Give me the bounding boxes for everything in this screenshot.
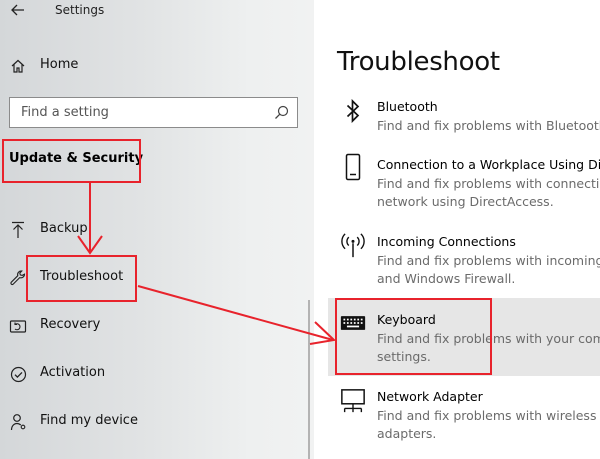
section-heading: Update & Security (9, 151, 144, 166)
sidebar-item-label: Recovery (40, 317, 101, 332)
troubleshooter-title: Network Adapter (377, 389, 483, 404)
sidebar-item-label: Find my device (40, 413, 138, 428)
troubleshooter-workplace-connection[interactable]: Connection to a Workplace Using Di Find … (328, 153, 600, 216)
title-bar: Settings (0, 0, 314, 22)
bluetooth-icon (340, 98, 366, 124)
recovery-icon (9, 317, 27, 335)
antenna-icon (340, 233, 366, 259)
troubleshooter-network-adapter[interactable]: Network Adapter Find and fix problems wi… (328, 386, 600, 446)
troubleshooter-description: Find and fix problems with Bluetooth (377, 118, 600, 133)
troubleshooter-title: Connection to a Workplace Using Di (377, 157, 600, 172)
network-adapter-icon (340, 388, 366, 414)
wrench-icon (9, 269, 27, 287)
troubleshooter-description: Find and fix problems with your com sett… (377, 331, 600, 364)
main-content: Troubleshoot Bluetooth Find and fix prob… (314, 0, 600, 459)
troubleshooter-incoming-connections[interactable]: Incoming Connections Find and fix proble… (328, 231, 600, 293)
sidebar-item-home[interactable]: Home (0, 48, 300, 84)
troubleshooter-description: Find and fix problems with incoming and … (377, 253, 600, 286)
sidebar-item-label: Backup (40, 221, 88, 236)
page-title: Troubleshoot (337, 47, 500, 77)
troubleshooter-bluetooth[interactable]: Bluetooth Find and fix problems with Blu… (328, 96, 600, 144)
sidebar-item-recovery[interactable]: Recovery (0, 308, 300, 344)
person-location-icon (9, 413, 27, 431)
sidebar-item-find-my-device[interactable]: Find my device (0, 404, 300, 440)
sidebar: Settings Home Update & Security Backup T… (0, 0, 314, 459)
sidebar-item-label: Activation (40, 365, 106, 380)
troubleshooter-description: Find and fix problems with connectin net… (377, 176, 600, 209)
search-box[interactable] (9, 97, 298, 128)
sidebar-item-label: Home (40, 57, 79, 72)
search-input[interactable] (10, 98, 265, 127)
window-title: Settings (55, 3, 105, 17)
keyboard-icon (340, 310, 366, 336)
troubleshooter-title: Bluetooth (377, 99, 438, 114)
sidebar-item-troubleshoot[interactable]: Troubleshoot (0, 260, 300, 296)
troubleshooter-description: Find and fix problems with wireless a ad… (377, 408, 597, 441)
search-icon[interactable] (274, 105, 289, 120)
sidebar-item-activation[interactable]: Activation (0, 356, 300, 392)
back-arrow-icon (11, 4, 24, 16)
home-icon (9, 57, 27, 75)
scrollbar[interactable] (308, 300, 310, 459)
sidebar-item-backup[interactable]: Backup (0, 212, 300, 248)
check-circle-icon (9, 365, 27, 383)
sidebar-item-label: Troubleshoot (40, 269, 124, 284)
troubleshooter-title: Incoming Connections (377, 234, 516, 249)
back-button[interactable] (9, 0, 27, 20)
upload-arrow-icon (9, 221, 27, 239)
troubleshooter-title: Keyboard (377, 312, 436, 327)
phone-device-icon (340, 153, 366, 181)
troubleshooter-keyboard[interactable]: Keyboard Find and fix problems with your… (328, 298, 600, 376)
